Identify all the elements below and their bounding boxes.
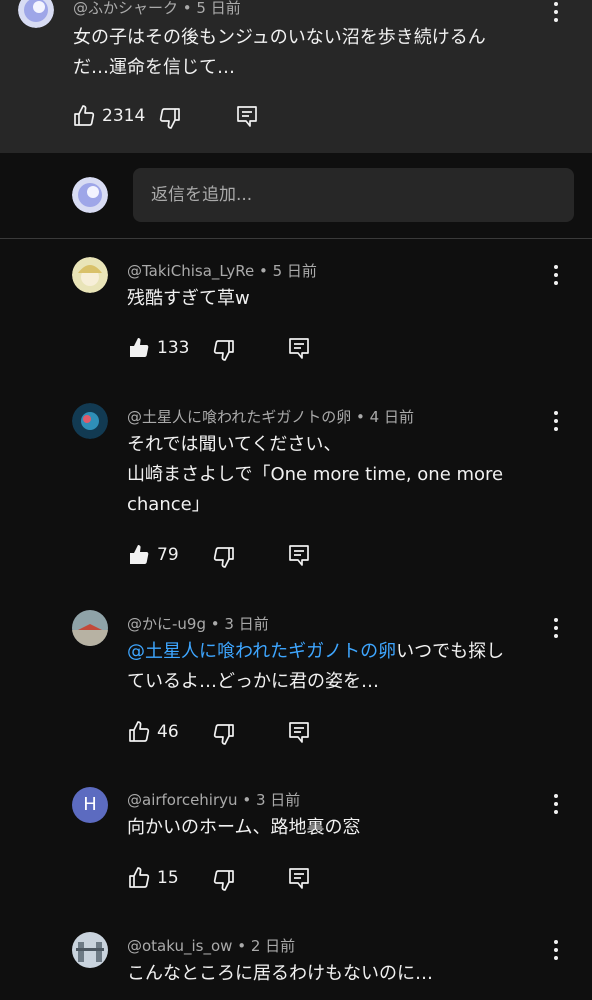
thumbs-down-icon (158, 106, 182, 130)
reply-input[interactable]: 返信を追加... (133, 168, 574, 222)
mention-link[interactable]: @土星人に喰われたギガノトの卵 (127, 641, 396, 662)
like-button[interactable]: 15 (127, 866, 179, 890)
like-count: 15 (157, 868, 179, 888)
reply-comment-icon (287, 336, 311, 360)
comment-meta: @ふかシャーク • 5 日前 (73, 0, 241, 17)
avatar-image (72, 177, 108, 213)
comment-time: 5 日前 (272, 262, 317, 280)
reply-comment-icon (287, 720, 311, 744)
reply-comment-icon (235, 104, 259, 128)
comment-text: 女の子はその後もンジュのいない沼を歩き続けるん だ…運命を信じて… (73, 27, 486, 78)
avatar-image (72, 403, 108, 439)
comment-meta: @airforcehiryu • 3 日前 (127, 791, 301, 809)
avatar[interactable] (72, 932, 108, 968)
thumbs-down-icon (212, 545, 236, 569)
comment-author[interactable]: @ふかシャーク (73, 0, 178, 17)
comment-text: 向かいのホーム、路地裏の窓 (127, 817, 361, 838)
like-count: 133 (157, 338, 190, 358)
avatar[interactable]: H (72, 787, 108, 823)
reply-button[interactable] (235, 104, 259, 128)
dislike-button[interactable] (212, 722, 236, 746)
comment-text: @土星人に喰われたギガノトの卵いつでも探し ているよ…どっかに君の姿を… (127, 641, 505, 692)
dislike-button[interactable] (212, 338, 236, 362)
thumbs-up-icon (127, 543, 151, 567)
thumbs-up-icon (72, 104, 96, 128)
thumbs-down-icon (212, 868, 236, 892)
dislike-button[interactable] (212, 868, 236, 892)
like-count: 79 (157, 545, 179, 565)
comment-time: 4 日前 (369, 408, 414, 426)
avatar-image (72, 257, 108, 293)
divider (0, 238, 592, 239)
comment-text: こんなところに居るわけもないのに… (127, 963, 433, 984)
comment-author[interactable]: @otaku_is_ow (127, 937, 232, 955)
comment-time: 2 日前 (250, 937, 296, 955)
comment-time: 3 日前 (224, 615, 269, 633)
like-button[interactable]: 79 (127, 543, 179, 567)
like-button[interactable]: 2314 (72, 104, 145, 128)
comment-author[interactable]: @かに-u9g (127, 615, 206, 633)
reply-comment-icon (287, 866, 311, 890)
like-count: 2314 (102, 106, 146, 126)
comment-author[interactable]: @土星人に喰われたギガノトの卵 (127, 408, 351, 426)
avatar[interactable] (72, 257, 108, 293)
thumbs-down-icon (212, 722, 236, 746)
avatar-image (72, 932, 108, 968)
comment-text: 残酷すぎて草w (127, 288, 250, 309)
thumbs-up-icon (127, 866, 151, 890)
current-user-avatar (72, 177, 108, 213)
comment-meta: @TakiChisa_LyRe • 5 日前 (127, 262, 317, 280)
comment-author[interactable]: @airforcehiryu (127, 791, 238, 809)
reply-button[interactable] (287, 866, 311, 890)
reply-button[interactable] (287, 720, 311, 744)
more-vert-icon[interactable] (546, 2, 566, 24)
dislike-button[interactable] (212, 545, 236, 569)
reply-comment-icon (287, 543, 311, 567)
like-button[interactable]: 133 (127, 336, 189, 360)
thumbs-up-icon (127, 720, 151, 744)
thumbs-down-icon (212, 338, 236, 362)
avatar-image (72, 610, 108, 646)
comment-time: 5 日前 (196, 0, 241, 17)
comment-author[interactable]: @TakiChisa_LyRe (127, 262, 254, 280)
thumbs-up-icon (127, 336, 151, 360)
like-button[interactable]: 46 (127, 720, 179, 744)
comment-meta: @otaku_is_ow • 2 日前 (127, 937, 296, 955)
dislike-button[interactable] (158, 106, 182, 130)
comment-text: それでは聞いてください、 山崎まさよしで「One more time, one … (127, 434, 504, 515)
comment-meta: @土星人に喰われたギガノトの卵 • 4 日前 (127, 408, 414, 426)
comment-meta: @かに-u9g • 3 日前 (127, 615, 269, 633)
avatar[interactable] (72, 610, 108, 646)
reply-button[interactable] (287, 543, 311, 567)
comment-time: 3 日前 (255, 791, 301, 809)
reply-button[interactable] (287, 336, 311, 360)
like-count: 46 (157, 722, 179, 742)
avatar-letter: H (83, 794, 97, 815)
avatar[interactable] (72, 403, 108, 439)
